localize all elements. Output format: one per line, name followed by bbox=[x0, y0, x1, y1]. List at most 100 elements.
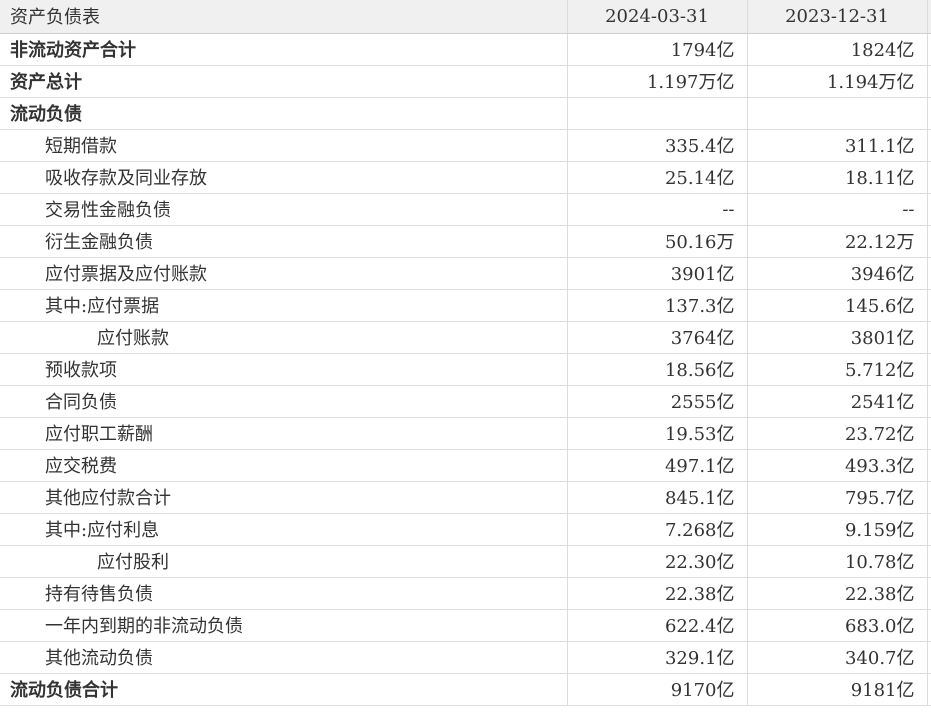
value-2024-03-31: 22.38亿 bbox=[567, 577, 748, 610]
value-2023-12-31: 3801亿 bbox=[747, 321, 928, 354]
value-2023-12-31: 18.11亿 bbox=[747, 161, 928, 194]
period-header-1[interactable]: 2024-03-31 bbox=[567, 0, 748, 34]
value-2023-12-31: 2541亿 bbox=[747, 385, 928, 418]
table-row: 其他应付款合计 845.1亿 795.7亿 bbox=[0, 481, 931, 514]
table-row: 其中:应付利息 7.268亿 9.159亿 bbox=[0, 513, 931, 546]
row-label: 衍生金融负债 bbox=[0, 225, 568, 258]
value-2024-03-31: 18.56亿 bbox=[567, 353, 748, 386]
value-2023-12-31: 311.1亿 bbox=[747, 129, 928, 162]
row-edge bbox=[927, 65, 931, 98]
value-2023-12-31: 3946亿 bbox=[747, 257, 928, 290]
balance-sheet-table: 资产负债表 2024-03-31 2023-12-31 非流动资产合计 1794亿… bbox=[0, 0, 931, 706]
row-label: 其中:应付利息 bbox=[0, 513, 568, 546]
row-label: 一年内到期的非流动负债 bbox=[0, 609, 568, 642]
table-row: 衍生金融负债 50.16万 22.12万 bbox=[0, 225, 931, 258]
row-edge bbox=[927, 161, 931, 194]
row-edge bbox=[927, 449, 931, 482]
value-2024-03-31: 335.4亿 bbox=[567, 129, 748, 162]
table-row: 应付职工薪酬 19.53亿 23.72亿 bbox=[0, 417, 931, 450]
value-2024-03-31: 22.30亿 bbox=[567, 545, 748, 578]
row-label: 应交税费 bbox=[0, 449, 568, 482]
row-edge bbox=[927, 513, 931, 546]
value-2023-12-31: 1.194万亿 bbox=[747, 65, 928, 98]
table-row: 流动负债合计 9170亿 9181亿 bbox=[0, 673, 931, 706]
row-edge bbox=[927, 641, 931, 674]
table-header-row: 资产负债表 2024-03-31 2023-12-31 bbox=[0, 0, 931, 34]
value-2024-03-31: 25.14亿 bbox=[567, 161, 748, 194]
table-body: 非流动资产合计 1794亿 1824亿 资产总计 1.197万亿 1.194万亿 流动负债短… bbox=[0, 33, 931, 706]
row-label: 应付股利 bbox=[0, 545, 568, 578]
value-2024-03-31: 1.197万亿 bbox=[567, 65, 748, 98]
table-row: 预收款项 18.56亿 5.712亿 bbox=[0, 353, 931, 386]
row-label: 吸收存款及同业存放 bbox=[0, 161, 568, 194]
row-label: 流动负债 bbox=[0, 97, 568, 130]
row-label: 短期借款 bbox=[0, 129, 568, 162]
value-2024-03-31: 50.16万 bbox=[567, 225, 748, 258]
row-edge bbox=[927, 33, 931, 66]
table-row: 应付票据及应付账款 3901亿 3946亿 bbox=[0, 257, 931, 290]
row-label: 合同负债 bbox=[0, 385, 568, 418]
value-2023-12-31: 22.38亿 bbox=[747, 577, 928, 610]
value-2024-03-31: 9170亿 bbox=[567, 673, 748, 706]
row-edge bbox=[927, 545, 931, 578]
table-title: 资产负债表 bbox=[0, 0, 568, 34]
value-2023-12-31: 10.78亿 bbox=[747, 545, 928, 578]
row-edge bbox=[927, 97, 931, 130]
period-header-2[interactable]: 2023-12-31 bbox=[747, 0, 928, 34]
value-2023-12-31: 22.12万 bbox=[747, 225, 928, 258]
table-row: 一年内到期的非流动负债 622.4亿 683.0亿 bbox=[0, 609, 931, 642]
row-label: 交易性金融负债 bbox=[0, 193, 568, 226]
table-edge bbox=[927, 0, 931, 34]
row-label: 应付账款 bbox=[0, 321, 568, 354]
row-edge bbox=[927, 673, 931, 706]
value-2024-03-31: 845.1亿 bbox=[567, 481, 748, 514]
row-edge bbox=[927, 353, 931, 386]
row-edge bbox=[927, 193, 931, 226]
table-row: 其他流动负债 329.1亿 340.7亿 bbox=[0, 641, 931, 674]
row-label: 资产总计 bbox=[0, 65, 568, 98]
row-label: 非流动资产合计 bbox=[0, 33, 568, 66]
row-label: 流动负债合计 bbox=[0, 673, 568, 706]
value-2023-12-31: 9181亿 bbox=[747, 673, 928, 706]
table-row: 应交税费 497.1亿 493.3亿 bbox=[0, 449, 931, 482]
value-2024-03-31: 329.1亿 bbox=[567, 641, 748, 674]
value-2024-03-31: 19.53亿 bbox=[567, 417, 748, 450]
table-row: 资产总计 1.197万亿 1.194万亿 bbox=[0, 65, 931, 98]
table-row: 应付股利 22.30亿 10.78亿 bbox=[0, 545, 931, 578]
value-2023-12-31: 683.0亿 bbox=[747, 609, 928, 642]
value-2023-12-31: -- bbox=[747, 193, 928, 226]
row-edge bbox=[927, 577, 931, 610]
row-edge bbox=[927, 129, 931, 162]
value-2023-12-31: 5.712亿 bbox=[747, 353, 928, 386]
table-row: 持有待售负债 22.38亿 22.38亿 bbox=[0, 577, 931, 610]
value-2023-12-31: 340.7亿 bbox=[747, 641, 928, 674]
row-label: 应付票据及应付账款 bbox=[0, 257, 568, 290]
table-row: 合同负债 2555亿 2541亿 bbox=[0, 385, 931, 418]
value-2023-12-31: 9.159亿 bbox=[747, 513, 928, 546]
value-2024-03-31: 2555亿 bbox=[567, 385, 748, 418]
value-2023-12-31: 145.6亿 bbox=[747, 289, 928, 322]
row-edge bbox=[927, 289, 931, 322]
table-row: 流动负债 bbox=[0, 97, 931, 130]
row-label: 预收款项 bbox=[0, 353, 568, 386]
row-label: 持有待售负债 bbox=[0, 577, 568, 610]
table-row: 短期借款 335.4亿 311.1亿 bbox=[0, 129, 931, 162]
value-2024-03-31: 137.3亿 bbox=[567, 289, 748, 322]
table-row: 交易性金融负债 -- -- bbox=[0, 193, 931, 226]
value-2024-03-31: 1794亿 bbox=[567, 33, 748, 66]
value-2024-03-31: 622.4亿 bbox=[567, 609, 748, 642]
table-row: 非流动资产合计 1794亿 1824亿 bbox=[0, 33, 931, 66]
row-edge bbox=[927, 385, 931, 418]
value-2024-03-31: 3764亿 bbox=[567, 321, 748, 354]
value-2024-03-31: 497.1亿 bbox=[567, 449, 748, 482]
row-edge bbox=[927, 321, 931, 354]
table-row: 应付账款 3764亿 3801亿 bbox=[0, 321, 931, 354]
row-edge bbox=[927, 481, 931, 514]
row-edge bbox=[927, 417, 931, 450]
value-2024-03-31: 7.268亿 bbox=[567, 513, 748, 546]
row-edge bbox=[927, 257, 931, 290]
table-row: 吸收存款及同业存放 25.14亿 18.11亿 bbox=[0, 161, 931, 194]
value-2023-12-31: 23.72亿 bbox=[747, 417, 928, 450]
value-2023-12-31: 795.7亿 bbox=[747, 481, 928, 514]
balance-sheet: 资产负债表 2024-03-31 2023-12-31 非流动资产合计 1794亿… bbox=[0, 0, 931, 720]
